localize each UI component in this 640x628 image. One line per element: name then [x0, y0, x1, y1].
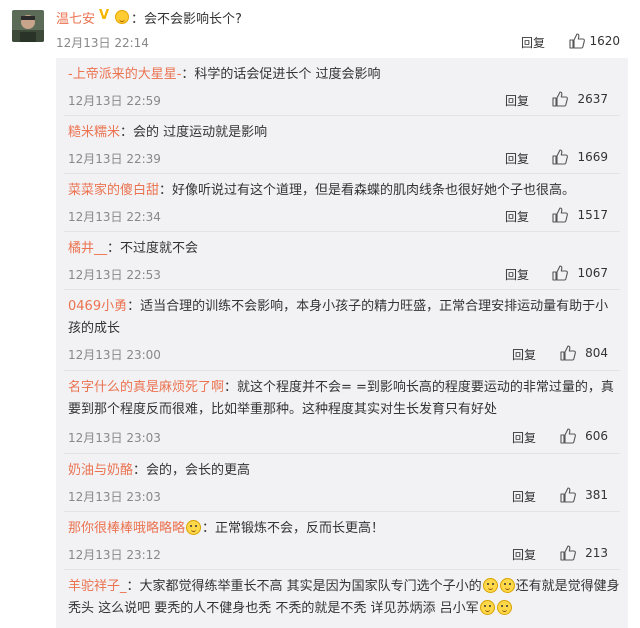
- reply-username[interactable]: 橘井__: [68, 241, 107, 256]
- reply-text: ：会的，会长的更高: [133, 463, 251, 478]
- dog-emoji-icon: [482, 578, 498, 593]
- member-emoji-icon: [186, 520, 202, 535]
- reply-username[interactable]: 名字什么的真是麻烦死了啊: [68, 380, 224, 395]
- reply-body: 糙米糯米：会的 过度运动就是影响: [68, 122, 620, 144]
- reply-item: 奶油与奶酪：会的，会长的更高 12月13日 23:03 回复 381: [56, 454, 628, 511]
- reply-button[interactable]: 回复: [505, 92, 529, 109]
- reply-body: 橘井__：不过度就不会: [68, 238, 620, 260]
- reply-button[interactable]: 回复: [521, 34, 545, 51]
- like-count: 1067: [577, 266, 608, 280]
- reply-time: 12月13日 23:00: [68, 348, 161, 362]
- reply-time: 12月13日 22:59: [68, 94, 161, 108]
- reply-button[interactable]: 回复: [512, 488, 536, 505]
- reply-body: 菜菜家的傻白甜：好像听说过有这个道理，但是看森蝶的肌肉线条也很好她个子也很高。: [68, 180, 620, 202]
- reply-text: ：不过度就不会: [107, 241, 199, 256]
- reply-button[interactable]: 回复: [512, 546, 536, 563]
- reply-item: 那你很棒棒哦略略略 ：正常锻炼不会，反而长更高！ 12月13日 23:12 回复 …: [56, 512, 628, 569]
- reply-time: 12月13日 22:39: [68, 152, 161, 166]
- reply-time: 12月13日 22:34: [68, 210, 161, 224]
- dog-emoji-icon: [479, 600, 495, 615]
- reply-item: 橘井__：不过度就不会 12月13日 22:53 回复 1067: [56, 232, 628, 289]
- reply-item: 糙米糯米：会的 过度运动就是影响 12月13日 22:39 回复 1669: [56, 116, 628, 173]
- dog-emoji-icon: [499, 578, 515, 593]
- comment-time: 12月13日 22:14: [56, 36, 149, 50]
- reply-button[interactable]: 回复: [512, 429, 536, 446]
- reply-time: 12月13日 23:03: [68, 490, 161, 504]
- like-count: 381: [585, 488, 608, 502]
- reply-text: ：会的 过度运动就是影响: [120, 125, 268, 140]
- reply-username[interactable]: 奶油与奶酪: [68, 463, 133, 478]
- reply-username[interactable]: -上帝派来的大星星-: [68, 67, 181, 82]
- avatar[interactable]: [12, 10, 44, 42]
- comment-text: ：会不会影响长个?: [131, 12, 242, 27]
- reply-body: -上帝派来的大星星-：科学的话会促进长个 过度会影响: [68, 64, 620, 86]
- like-count: 1669: [577, 150, 608, 164]
- reply-item: 菜菜家的傻白甜：好像听说过有这个道理，但是看森蝶的肌肉线条也很好她个子也很高。 …: [56, 174, 628, 231]
- reply-username[interactable]: 羊驼祥子_: [68, 579, 127, 594]
- reply-item: -上帝派来的大星星-：科学的话会促进长个 过度会影响 12月13日 22:59 …: [56, 58, 628, 116]
- reply-time: 12月13日 23:03: [68, 431, 161, 445]
- reply-text: ：科学的话会促进长个 过度会影响: [181, 67, 381, 82]
- reply-button[interactable]: 回复: [505, 266, 529, 283]
- replies-panel: -上帝派来的大星星-：科学的话会促进长个 过度会影响 12月13日 22:59 …: [56, 58, 628, 628]
- reply-body: 名字什么的真是麻烦死了啊：就这个程度并不会= =到影响长高的程度要运动的非常过量…: [68, 377, 620, 421]
- member-emoji-icon: [115, 10, 129, 24]
- like-count: 1620: [589, 34, 620, 48]
- reply-text: ：正常锻炼不会，反而长更高！: [202, 521, 385, 536]
- reply-body: 羊驼祥子_：大家都觉得练举重长不高 其实是因为国家队专门选个子小的 还有就是觉得健…: [68, 576, 620, 620]
- like-count: 804: [585, 346, 608, 360]
- like-count: 1517: [577, 208, 608, 222]
- dog-emoji-icon: [496, 600, 512, 615]
- reply-button[interactable]: 回复: [505, 208, 529, 225]
- reply-text: ：好像听说过有这个道理，但是看森蝶的肌肉线条也很好她个子也很高。: [159, 183, 576, 198]
- reply-body: 那你很棒棒哦略略略 ：正常锻炼不会，反而长更高！: [68, 518, 620, 540]
- main-comment: 温七安 V ：会不会影响长个? 12月13日 22:14 回复 1620: [0, 0, 640, 58]
- avatar-image: [12, 10, 44, 42]
- like-count: 606: [585, 429, 608, 443]
- reply-text: ：大家都觉得练举重长不高 其实是因为国家队专门选个子小的: [126, 579, 482, 594]
- reply-time: 12月13日 23:12: [68, 548, 161, 562]
- reply-button[interactable]: 回复: [505, 150, 529, 167]
- reply-username[interactable]: 0469小勇: [68, 299, 127, 314]
- reply-body: 奶油与奶酪：会的，会长的更高: [68, 460, 620, 482]
- reply-body: 0469小勇：适当合理的训练不会影响，本身小孩子的精力旺盛，正常合理安排运动量有…: [68, 296, 620, 340]
- reply-username[interactable]: 糙米糯米: [68, 125, 120, 140]
- reply-item: 名字什么的真是麻烦死了啊：就这个程度并不会= =到影响长高的程度要运动的非常过量…: [56, 371, 628, 453]
- reply-text: ：适当合理的训练不会影响，本身小孩子的精力旺盛，正常合理安排运动量有助于小孩的成…: [68, 299, 609, 336]
- like-count: 213: [585, 546, 608, 560]
- reply-username[interactable]: 那你很棒棒哦略略略: [68, 521, 185, 536]
- reply-item: 羊驼祥子_：大家都觉得练举重长不高 其实是因为国家队专门选个子小的 还有就是觉得健…: [56, 570, 628, 628]
- vip-badge-icon: V: [99, 8, 110, 23]
- reply-item: 0469小勇：适当合理的训练不会影响，本身小孩子的精力旺盛，正常合理安排运动量有…: [56, 290, 628, 370]
- reply-button[interactable]: 回复: [512, 346, 536, 363]
- like-count: 2637: [577, 92, 608, 106]
- reply-time: 12月13日 22:53: [68, 268, 161, 282]
- comment-username[interactable]: 温七安: [56, 8, 95, 27]
- reply-username[interactable]: 菜菜家的傻白甜: [68, 183, 159, 198]
